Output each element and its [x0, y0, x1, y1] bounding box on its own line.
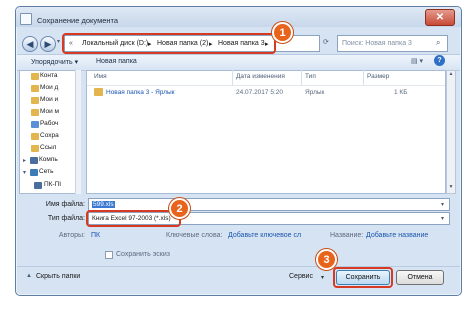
footer-divider [17, 266, 460, 267]
keywords-label: Ключевые слова: [166, 232, 223, 239]
file-type: Ярлык [305, 89, 325, 96]
title-value[interactable]: Добавьте название [366, 232, 428, 239]
column-divider[interactable] [363, 70, 364, 85]
sidebar-item-contacts[interactable]: Конта [40, 72, 58, 79]
network-icon [30, 169, 38, 176]
new-folder-button[interactable]: Новая папка [96, 58, 137, 65]
sidebar-item-desktop[interactable]: Рабоч [40, 120, 58, 127]
folder-icon [31, 97, 39, 104]
command-toolbar [17, 54, 460, 71]
shortcut-folder-icon [94, 88, 103, 96]
document-icon [20, 13, 32, 25]
refresh-icon[interactable]: ⟳ [323, 38, 329, 46]
scroll-down-icon[interactable]: ▼ [447, 184, 455, 193]
column-divider[interactable] [301, 70, 302, 85]
view-options-icon[interactable]: ▤ ▾ [411, 57, 423, 65]
callout-badge-1: 1 [272, 22, 293, 43]
desktop-icon [31, 121, 39, 128]
search-icon[interactable]: ⌕ [436, 38, 440, 48]
computer-icon [34, 182, 42, 189]
folder-icon [31, 85, 39, 92]
close-button[interactable]: ✕ [425, 9, 455, 26]
collapse-arrow-icon[interactable]: ▾ [23, 169, 26, 176]
sidebar-item-my-docs[interactable]: Мои д [40, 84, 58, 91]
cancel-button[interactable]: Отмена [396, 270, 444, 285]
sidebar-item-network[interactable]: Сеть [39, 168, 53, 175]
expand-arrow-icon[interactable]: ▸ [23, 157, 26, 164]
thumbnail-checkbox[interactable] [105, 251, 113, 259]
authors-label: Авторы: [58, 232, 85, 239]
folder-icon [31, 73, 39, 80]
sidebar-item-computer[interactable]: Компь [39, 156, 58, 163]
title-label: Название: [330, 232, 364, 239]
search-placeholder: Поиск: Новая папка 3 [342, 40, 412, 47]
keywords-value[interactable]: Добавьте ключевое сл [228, 232, 301, 239]
sidebar-item-saved[interactable]: Сохра [40, 132, 59, 139]
filename-label: Имя файла: [45, 201, 85, 208]
filename-value: 599.xls [92, 201, 115, 208]
dropdown-arrow-icon[interactable]: ▾ [441, 201, 444, 208]
callout-badge-2: 2 [169, 198, 190, 219]
tools-dropdown-icon[interactable]: ▾ [321, 274, 324, 281]
column-divider[interactable] [232, 70, 233, 85]
back-arrow-icon[interactable]: ◀ [22, 36, 38, 52]
file-list-scrollbar[interactable] [446, 70, 456, 194]
file-size: 1 КБ [394, 89, 408, 96]
hide-folders-arrow-icon[interactable]: ▲ [26, 273, 32, 279]
window-title: Сохранение документа [37, 16, 119, 25]
callout-ring-address [62, 33, 276, 54]
sidebar-item-my-images[interactable]: Мои и [40, 96, 58, 103]
column-date[interactable]: Дата изменения [236, 73, 285, 80]
callout-badge-3: 3 [316, 249, 337, 270]
column-name[interactable]: Имя [94, 73, 107, 80]
folder-icon [31, 133, 39, 140]
navigation-scrollbar[interactable] [75, 70, 81, 194]
computer-icon [30, 157, 38, 164]
file-date: 24.07.2017 5:20 [236, 89, 283, 96]
sidebar-item-pc[interactable]: ПК-ПІ [44, 181, 61, 188]
thumbnail-label: Сохранить эскиз [116, 251, 170, 258]
scroll-up-icon[interactable]: ▲ [447, 71, 455, 80]
folder-icon [31, 145, 39, 152]
history-dropdown-icon[interactable]: ▾ [57, 38, 60, 45]
hide-folders-button[interactable]: Скрыть папки [36, 273, 80, 280]
header-divider [87, 85, 445, 86]
organize-button[interactable]: Упорядочить ▾ [31, 58, 78, 66]
sidebar-item-my-music[interactable]: Мои м [40, 108, 59, 115]
column-size[interactable]: Размер [367, 73, 389, 80]
authors-value[interactable]: ПК [91, 232, 100, 239]
callout-ring-save [333, 267, 393, 288]
folder-icon [31, 109, 39, 116]
filetype-label: Тип файла: [47, 215, 85, 222]
forward-arrow-icon[interactable]: ▶ [40, 36, 56, 52]
tools-button[interactable]: Сервис [289, 273, 313, 280]
callout-ring-filetype [86, 210, 181, 227]
help-icon[interactable]: ? [434, 55, 445, 66]
dropdown-arrow-icon[interactable]: ▾ [441, 215, 444, 222]
column-type[interactable]: Тип [305, 73, 316, 80]
file-name[interactable]: Новая папка 3 - Ярлык [106, 89, 174, 96]
sidebar-item-links[interactable]: Ссыл [40, 144, 56, 151]
search-input[interactable]: Поиск: Новая папка 3 ⌕ [337, 35, 448, 52]
